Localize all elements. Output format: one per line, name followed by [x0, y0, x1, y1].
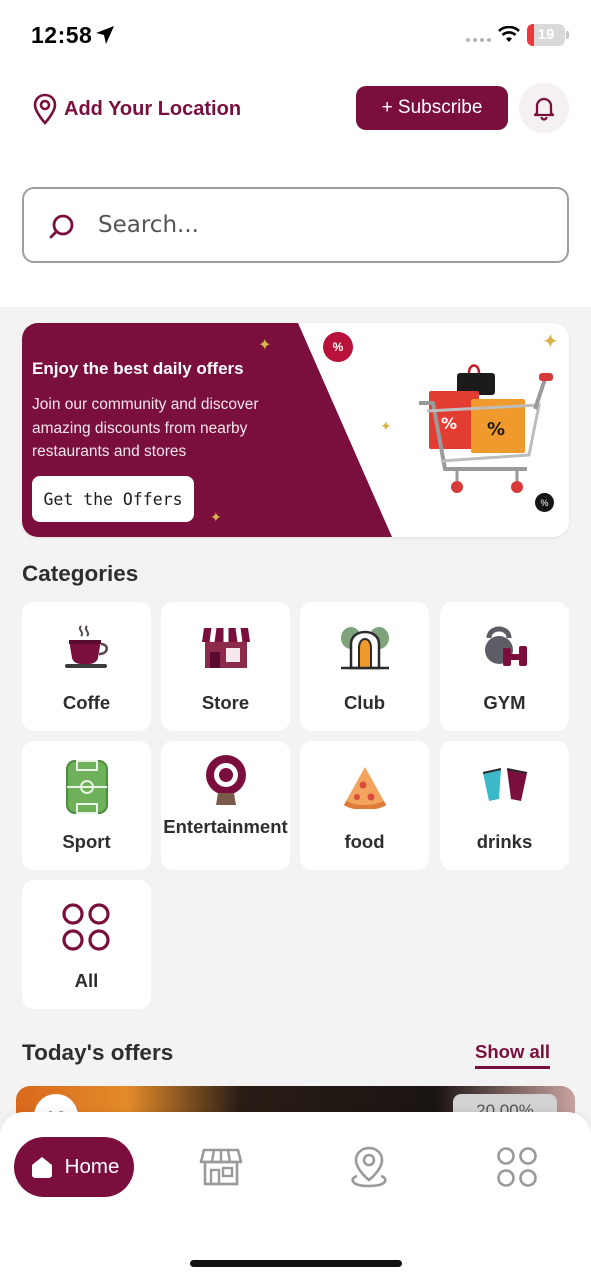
grid-icon — [497, 1147, 537, 1187]
category-store[interactable]: Store — [161, 602, 290, 731]
entertainment-icon — [205, 755, 246, 805]
category-label: Entertainment — [163, 816, 288, 837]
store-icon — [201, 627, 250, 668]
category-label: All — [74, 970, 99, 991]
shopping-cart-icon: % % — [419, 364, 553, 493]
show-all-link[interactable]: Show all — [475, 1041, 551, 1069]
nav-categories[interactable] — [493, 1143, 541, 1191]
bottom-nav: Home — [0, 1112, 591, 1280]
categories-title: Categories — [22, 561, 139, 586]
percent-badge-icon: % — [323, 332, 353, 362]
offers-banner[interactable]: Enjoy the best daily offers Join our com… — [22, 323, 569, 537]
grid-icon — [61, 903, 110, 951]
category-label: Club — [343, 692, 386, 713]
category-food[interactable]: food — [300, 741, 429, 870]
banner-description: Join our community and discover amazing … — [32, 396, 259, 460]
category-all[interactable]: All — [22, 880, 151, 1009]
nav-home[interactable]: Home — [14, 1137, 134, 1197]
nav-map[interactable] — [345, 1143, 393, 1191]
category-label: Coffe — [62, 692, 111, 713]
sparkle-icon: ✦ — [380, 418, 392, 434]
category-club[interactable]: Club — [300, 602, 429, 731]
pizza-slice-icon — [343, 767, 386, 809]
subscribe-button[interactable]: + Subscribe — [356, 86, 508, 130]
kettlebell-icon — [484, 626, 527, 666]
status-bar: 12:58 19 — [0, 0, 591, 70]
wifi-icon — [498, 26, 520, 42]
category-coffe[interactable]: Coffe — [22, 602, 151, 731]
nav-stores[interactable] — [197, 1143, 245, 1191]
map-pin-icon — [351, 1146, 387, 1188]
sparkle-icon: ✦ — [210, 509, 222, 525]
search-bar[interactable] — [22, 187, 569, 263]
location-pin-icon — [33, 93, 57, 125]
category-label: Store — [201, 692, 250, 713]
battery-level: 19 — [537, 26, 555, 43]
store-icon — [199, 1148, 243, 1186]
svg-text:%: % — [487, 419, 505, 440]
search-input[interactable] — [98, 203, 548, 247]
offers-title: Today's offers — [22, 1040, 174, 1065]
location-arrow-icon — [96, 26, 114, 44]
banner-title: Enjoy the best daily offers — [32, 359, 244, 378]
get-offers-button[interactable]: Get the Offers — [32, 476, 194, 522]
football-field-icon — [65, 760, 108, 814]
drinks-icon — [482, 768, 527, 801]
category-label: Sport — [62, 831, 111, 852]
search-icon — [49, 214, 74, 239]
category-entertainment[interactable]: Entertainment — [161, 741, 290, 870]
add-location-button[interactable]: Add Your Location — [32, 93, 241, 125]
status-time: 12:58 — [31, 22, 93, 48]
category-label: food — [344, 831, 385, 852]
sparkle-icon: ✦ — [258, 337, 272, 354]
club-icon — [340, 627, 389, 670]
category-label: GYM — [483, 692, 526, 713]
category-gym[interactable]: GYM — [440, 602, 569, 731]
category-sport[interactable]: Sport — [22, 741, 151, 870]
location-label: Add Your Location — [64, 97, 242, 120]
coffee-cup-icon — [64, 625, 108, 668]
home-icon — [31, 1157, 52, 1178]
nav-home-label: Home — [64, 1155, 120, 1178]
notifications-button[interactable] — [519, 83, 569, 133]
category-label: drinks — [476, 831, 533, 852]
bell-icon — [533, 97, 555, 121]
battery-icon: 19 — [527, 24, 565, 46]
home-indicator — [190, 1260, 402, 1267]
signal-icon — [466, 38, 491, 42]
category-drinks[interactable]: drinks — [440, 741, 569, 870]
svg-text:%: % — [441, 414, 457, 433]
